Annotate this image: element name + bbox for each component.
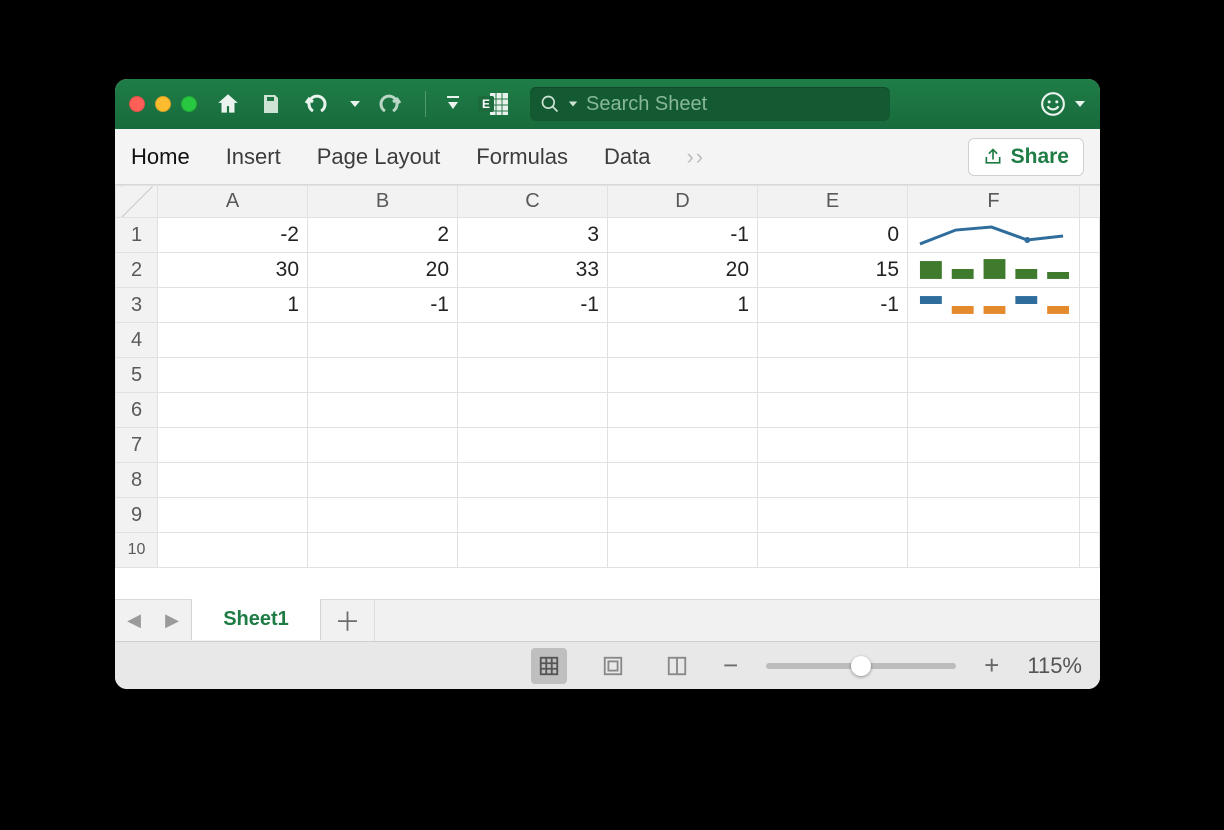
- tab-formulas[interactable]: Formulas: [476, 144, 568, 170]
- row-header-7[interactable]: 7: [116, 428, 158, 463]
- cell-a2[interactable]: 30: [158, 253, 308, 288]
- sheet-nav-prev[interactable]: ◀: [115, 600, 153, 641]
- undo-icon[interactable]: [301, 92, 331, 116]
- col-header-d[interactable]: D: [608, 186, 758, 218]
- row-header-9[interactable]: 9: [116, 498, 158, 533]
- zoom-window-button[interactable]: [181, 96, 197, 112]
- cell-a3[interactable]: 1: [158, 288, 308, 323]
- row-header-3[interactable]: 3: [116, 288, 158, 323]
- tab-data[interactable]: Data: [604, 144, 650, 170]
- minimize-window-button[interactable]: [155, 96, 171, 112]
- undo-dropdown-icon[interactable]: [349, 98, 361, 110]
- svg-text:E: E: [482, 97, 490, 111]
- cell-c2[interactable]: 33: [458, 253, 608, 288]
- window-controls: [129, 96, 197, 112]
- search-dropdown-icon[interactable]: [568, 99, 578, 109]
- cell-e3[interactable]: -1: [758, 288, 908, 323]
- row-2: 2 30 20 33 20 15: [116, 253, 1100, 288]
- cell-e2[interactable]: 15: [758, 253, 908, 288]
- titlebar: E: [115, 79, 1100, 129]
- zoom-in-button[interactable]: +: [984, 650, 999, 681]
- row-header-8[interactable]: 8: [116, 463, 158, 498]
- cell-d3[interactable]: 1: [608, 288, 758, 323]
- row-header-6[interactable]: 6: [116, 393, 158, 428]
- col-header-b[interactable]: B: [308, 186, 458, 218]
- cell-f1-sparkline-line[interactable]: [908, 218, 1080, 253]
- cell-b3[interactable]: -1: [308, 288, 458, 323]
- cell-a1[interactable]: -2: [158, 218, 308, 253]
- sheet-tab-bar: ◀ ▶ Sheet1 ＋: [115, 599, 1100, 641]
- home-icon[interactable]: [215, 91, 241, 117]
- zoom-out-button[interactable]: −: [723, 650, 738, 681]
- cell-f2-sparkline-column[interactable]: [908, 253, 1080, 288]
- zoom-slider-thumb[interactable]: [851, 656, 871, 676]
- cell-f3-sparkline-winloss[interactable]: [908, 288, 1080, 323]
- redo-icon[interactable]: [379, 92, 405, 116]
- close-window-button[interactable]: [129, 96, 145, 112]
- excel-app-icon: E: [478, 91, 512, 117]
- cell-d1[interactable]: -1: [608, 218, 758, 253]
- col-header-f[interactable]: F: [908, 186, 1080, 218]
- tab-insert[interactable]: Insert: [226, 144, 281, 170]
- status-bar: − + 115%: [115, 641, 1100, 689]
- row-header-10[interactable]: 10: [116, 533, 158, 568]
- view-normal-button[interactable]: [531, 648, 567, 684]
- row-header-2[interactable]: 2: [116, 253, 158, 288]
- excel-window: E Home Insert Page Layout Formulas Data …: [115, 79, 1100, 689]
- cell-d2[interactable]: 20: [608, 253, 758, 288]
- zoom-slider[interactable]: [766, 663, 956, 669]
- search-box[interactable]: [530, 87, 890, 121]
- cell-e1[interactable]: 0: [758, 218, 908, 253]
- column-headers: A B C D E F: [116, 186, 1100, 218]
- row-3: 3 1 -1 -1 1 -1: [116, 288, 1100, 323]
- row-1: 1 -2 2 3 -1 0: [116, 218, 1100, 253]
- sheet-nav-next[interactable]: ▶: [153, 600, 191, 641]
- cell-c1[interactable]: 3: [458, 218, 608, 253]
- search-input[interactable]: [586, 93, 880, 116]
- select-all-corner[interactable]: [116, 186, 158, 218]
- zoom-level-label: 115%: [1027, 653, 1082, 679]
- ribbon-tabs: Home Insert Page Layout Formulas Data ››…: [115, 129, 1100, 185]
- tabs-overflow-icon[interactable]: ››: [686, 144, 705, 170]
- emoji-icon[interactable]: [1040, 91, 1066, 117]
- spreadsheet-grid[interactable]: A B C D E F 1 -2 2 3 -1 0 2: [115, 185, 1100, 599]
- save-icon[interactable]: [259, 92, 283, 116]
- row-header-1[interactable]: 1: [116, 218, 158, 253]
- cell-b1[interactable]: 2: [308, 218, 458, 253]
- col-header-e[interactable]: E: [758, 186, 908, 218]
- search-icon: [540, 94, 560, 114]
- titlebar-more-icon[interactable]: [1074, 98, 1086, 110]
- view-page-layout-button[interactable]: [595, 648, 631, 684]
- row-header-4[interactable]: 4: [116, 323, 158, 358]
- add-sheet-button[interactable]: ＋: [321, 600, 375, 641]
- cell-b2[interactable]: 20: [308, 253, 458, 288]
- sheet-tab-active[interactable]: Sheet1: [191, 599, 321, 640]
- share-button[interactable]: Share: [968, 138, 1084, 176]
- col-header-a[interactable]: A: [158, 186, 308, 218]
- view-page-break-button[interactable]: [659, 648, 695, 684]
- row-header-5[interactable]: 5: [116, 358, 158, 393]
- tab-home[interactable]: Home: [131, 144, 190, 170]
- cell-c3[interactable]: -1: [458, 288, 608, 323]
- toolbar-divider: [425, 91, 426, 117]
- tab-page-layout[interactable]: Page Layout: [317, 144, 441, 170]
- quick-access-more-icon[interactable]: [446, 94, 460, 114]
- share-label: Share: [1011, 145, 1069, 169]
- col-header-c[interactable]: C: [458, 186, 608, 218]
- share-icon: [983, 147, 1003, 167]
